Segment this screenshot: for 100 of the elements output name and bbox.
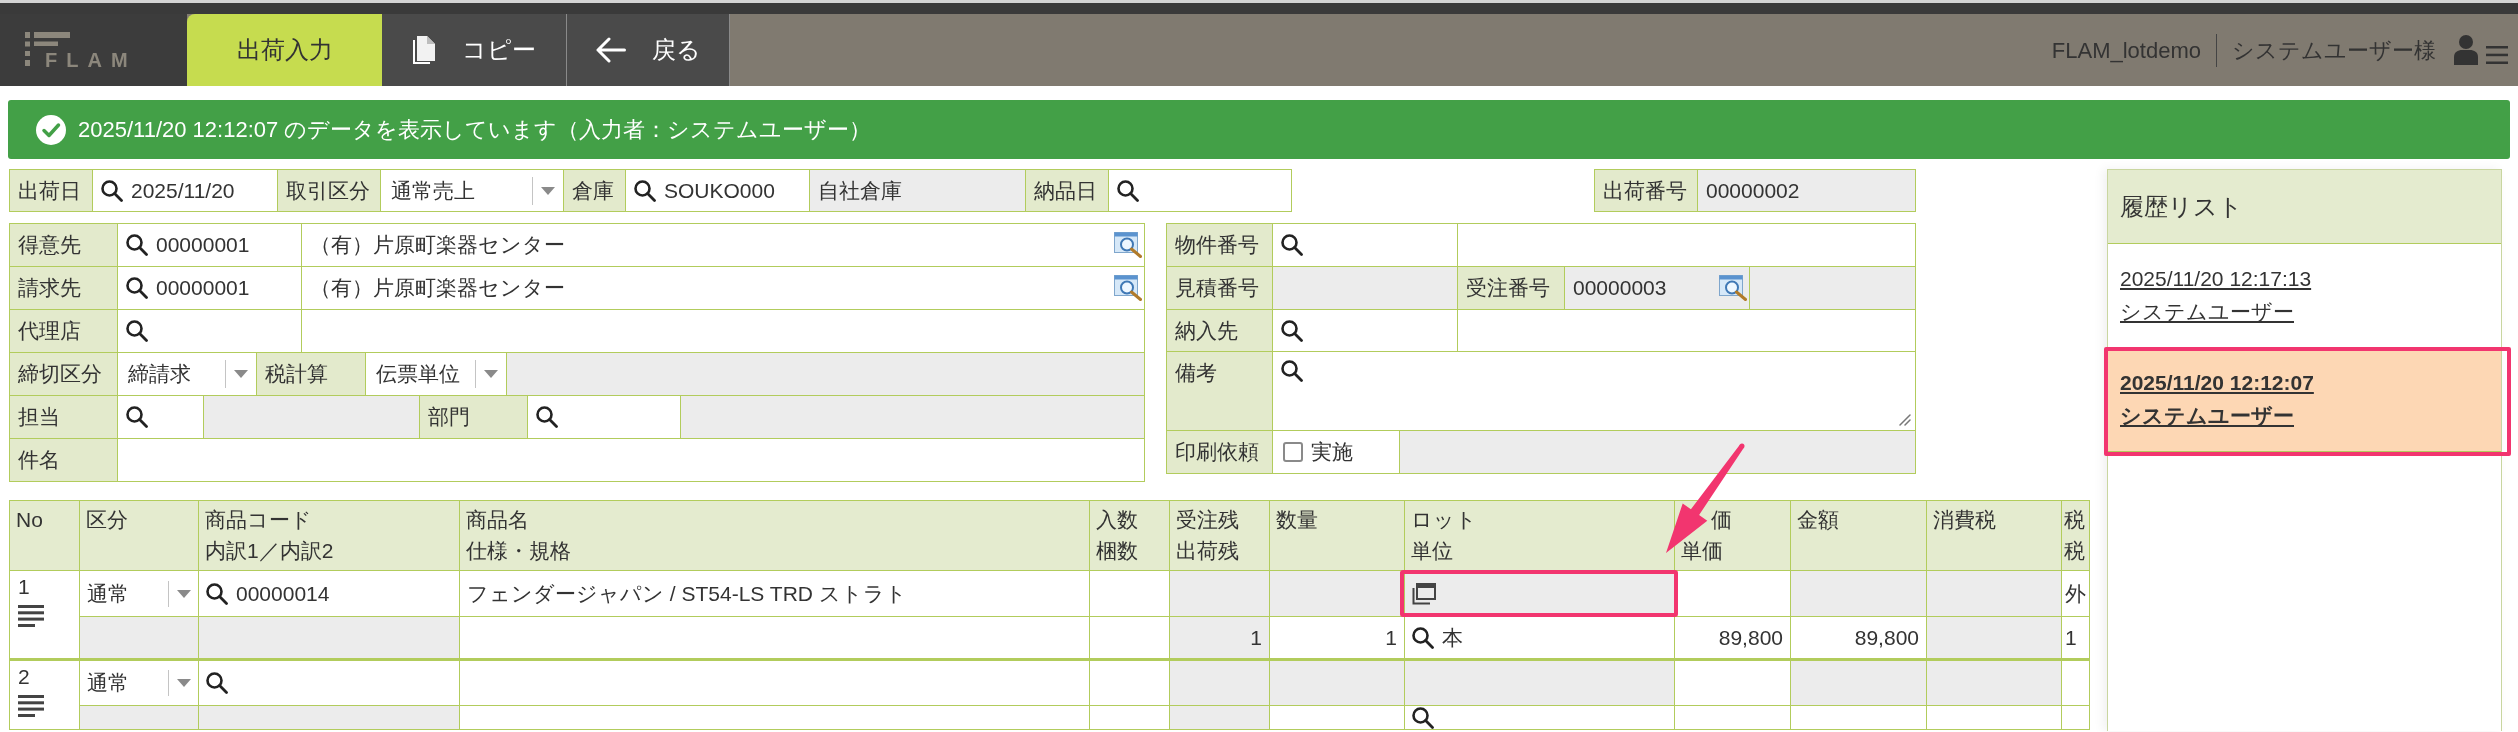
input-field[interactable]	[1674, 659, 1791, 706]
stacked-windows-icon[interactable]	[1412, 582, 1436, 605]
input-field[interactable]	[1269, 705, 1405, 730]
tab[interactable]: コピー	[382, 14, 567, 86]
column-header: 単位	[1411, 538, 1453, 564]
input-field[interactable]	[1926, 705, 2062, 730]
text-field[interactable]	[1458, 224, 1916, 267]
resize-grip-icon[interactable]	[1899, 414, 1911, 426]
field-label: 備考	[1167, 352, 1273, 431]
caret-down-icon[interactable]	[484, 370, 498, 378]
readonly-field: 自社倉庫	[810, 170, 1026, 212]
search-field[interactable]	[1404, 705, 1675, 730]
search-field[interactable]: 2025/11/20	[93, 170, 278, 212]
magnifier-window-icon[interactable]	[1114, 275, 1142, 301]
select-field[interactable]: 通常	[79, 659, 199, 706]
column-header: 数量	[1276, 507, 1318, 533]
text-field[interactable]	[302, 310, 1145, 353]
text-field[interactable]: （有）片原町楽器センター	[302, 224, 1145, 267]
search-field[interactable]	[118, 310, 302, 353]
field-label: 受注番号	[1458, 267, 1565, 310]
menu-icon[interactable]	[18, 605, 44, 627]
field-label: 締切区分	[10, 353, 118, 396]
caret-down-icon[interactable]	[177, 589, 191, 598]
checkbox[interactable]	[1283, 442, 1303, 462]
search-field[interactable]: 00000001	[118, 224, 302, 267]
tab[interactable]: 戻る	[567, 14, 730, 86]
caret-down-icon[interactable]	[234, 370, 248, 378]
search-icon[interactable]	[126, 320, 148, 342]
search-icon[interactable]	[126, 277, 148, 299]
search-icon[interactable]	[1117, 179, 1139, 202]
input-field[interactable]: フェンダージャパン / ST54-LS TRD ストラト	[459, 570, 1090, 617]
field-label: 担当	[10, 396, 118, 439]
input-field[interactable]	[459, 705, 1090, 730]
column-header: 区分	[86, 507, 128, 533]
column-header: 消費税	[1933, 507, 1996, 533]
history-user-link[interactable]: システムユーザー	[2120, 295, 2294, 328]
search-icon[interactable]	[126, 406, 148, 428]
select-field[interactable]: 通常	[79, 570, 199, 617]
search-field[interactable]	[198, 659, 460, 706]
select-field[interactable]: 締請求	[118, 353, 257, 396]
search-icon[interactable]	[206, 672, 228, 694]
field-label: 取引区分	[278, 170, 381, 212]
checkbox-label[interactable]: 実施	[1311, 436, 1353, 468]
search-field[interactable]: 本	[1404, 616, 1675, 660]
search-field[interactable]: 00000014	[198, 570, 460, 617]
search-icon[interactable]	[634, 179, 656, 202]
search-icon[interactable]	[126, 234, 148, 256]
column-header: 梱数	[1096, 538, 1138, 564]
search-icon[interactable]	[1281, 360, 1303, 382]
magnifier-window-icon[interactable]	[1114, 232, 1142, 258]
history-user-link[interactable]: システムユーザー	[2120, 399, 2294, 432]
input-field[interactable]	[1089, 659, 1170, 706]
tab[interactable]: 出荷入力	[187, 14, 382, 86]
field-label: 部門	[420, 396, 528, 439]
search-icon[interactable]	[1412, 706, 1434, 729]
status-message: 2025/11/20 12:12:07 のデータを表示しています（入力者：システムユーザー）	[78, 116, 872, 144]
input-field[interactable]	[459, 616, 1090, 660]
search-field[interactable]: SOUKO000	[626, 170, 810, 212]
input-field[interactable]	[1790, 705, 1927, 730]
column-header: 金額	[1797, 507, 1839, 533]
text-field[interactable]	[118, 439, 1145, 482]
search-field[interactable]	[1109, 170, 1292, 212]
person-icon[interactable]	[2454, 35, 2478, 65]
textarea-field[interactable]	[1273, 352, 1916, 431]
menu-icon[interactable]	[18, 695, 44, 717]
column-header: 単価	[1681, 538, 1723, 564]
readonly-field: 00000002	[1698, 170, 1916, 212]
search-icon[interactable]	[1412, 626, 1434, 649]
history-timestamp-link[interactable]: 2025/11/20 12:17:13	[2120, 262, 2312, 295]
history-timestamp-link[interactable]: 2025/11/20 12:12:07	[2120, 366, 2314, 399]
field-label: 税計算	[257, 353, 366, 396]
search-icon[interactable]	[1281, 234, 1303, 256]
search-field[interactable]	[528, 396, 681, 439]
column-header: 商品コード	[205, 507, 312, 533]
field-label: 得意先	[10, 224, 118, 267]
history-title: 履歴リスト	[2108, 170, 2501, 244]
text-field[interactable]: （有）片原町楽器センター	[302, 267, 1145, 310]
input-field[interactable]	[459, 659, 1090, 706]
search-field[interactable]: 00000001	[118, 267, 302, 310]
search-icon[interactable]	[206, 582, 228, 605]
search-field[interactable]	[1273, 310, 1458, 352]
caret-down-icon[interactable]	[541, 186, 555, 195]
column-header: 仕様・規格	[466, 538, 571, 564]
column-header: No	[16, 507, 43, 533]
search-icon[interactable]	[536, 406, 558, 428]
history-entry[interactable]: 2025/11/20 12:17:13 システムユーザー	[2108, 244, 2501, 348]
select-field[interactable]: 通常売上	[381, 170, 564, 212]
magnifier-window-icon[interactable]	[1719, 275, 1747, 301]
text-field[interactable]	[1458, 310, 1916, 352]
column-header: 受注残	[1176, 507, 1239, 533]
search-icon[interactable]	[101, 179, 123, 202]
search-icon[interactable]	[1281, 319, 1303, 342]
input-field[interactable]	[1674, 705, 1791, 730]
search-field[interactable]	[118, 396, 204, 439]
input-field[interactable]	[2061, 659, 2090, 706]
input-field[interactable]	[1089, 570, 1170, 617]
row-number: 1	[18, 575, 30, 599]
caret-down-icon[interactable]	[177, 679, 191, 687]
select-field[interactable]: 伝票単位	[366, 353, 507, 396]
search-field[interactable]	[1273, 224, 1458, 267]
